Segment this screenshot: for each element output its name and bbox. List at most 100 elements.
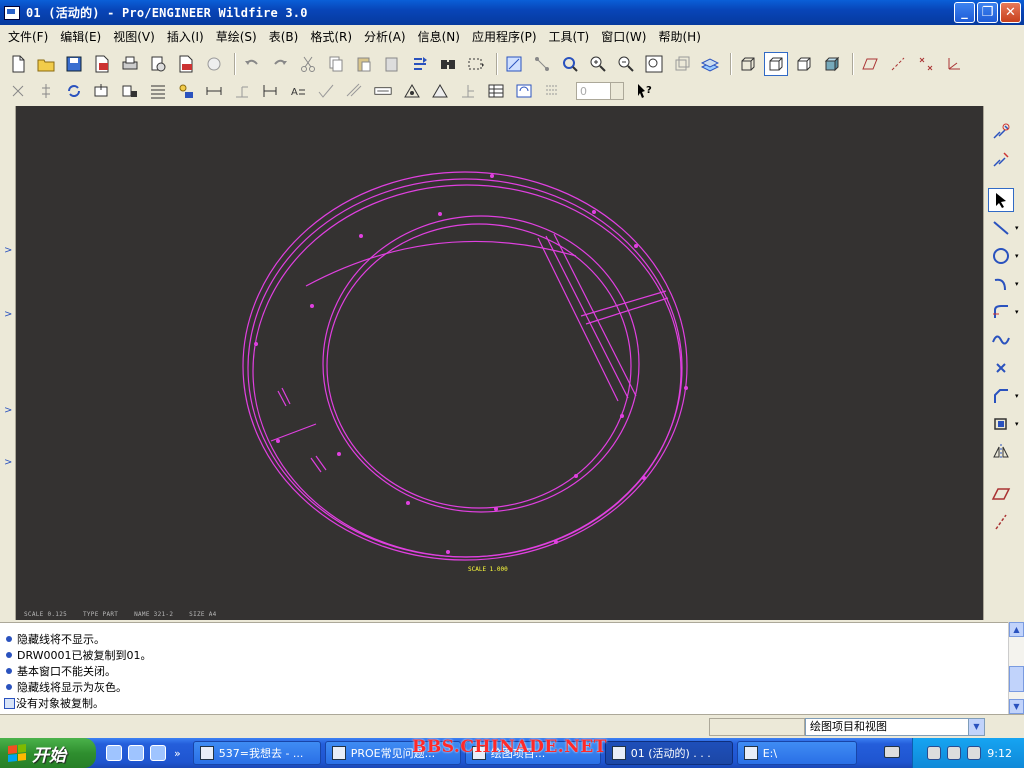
coordinate-systems-icon[interactable] — [942, 52, 966, 76]
datum-planes-icon[interactable] — [858, 52, 882, 76]
cut-icon[interactable] — [296, 52, 320, 76]
bom-icon[interactable] — [540, 79, 564, 103]
lock-view-icon[interactable] — [118, 79, 142, 103]
selection-filter[interactable]: 绘图项目和视图 ▼ — [805, 718, 985, 736]
zoom-in-icon[interactable] — [586, 52, 610, 76]
spline-icon[interactable] — [988, 328, 1014, 352]
select-arrow-icon[interactable] — [988, 188, 1014, 212]
chevron-right-icon[interactable]: » — [174, 747, 181, 760]
paste-special-icon[interactable] — [380, 52, 404, 76]
paste-icon[interactable] — [352, 52, 376, 76]
ordinate-dimension-icon[interactable] — [230, 79, 254, 103]
scroll-up-icon[interactable]: ▲ — [1009, 622, 1024, 637]
snap-to-edge-icon[interactable] — [988, 120, 1014, 144]
expand-arrow-icon[interactable]: > — [4, 310, 12, 320]
new-file-icon[interactable] — [6, 52, 30, 76]
expand-arrow-icon[interactable]: > — [4, 406, 12, 416]
start-button[interactable]: 开始 — [0, 738, 96, 768]
line-icon[interactable] — [988, 216, 1014, 240]
messenger-icon[interactable] — [947, 746, 962, 760]
redo-icon[interactable] — [268, 52, 292, 76]
orient-icon[interactable] — [558, 52, 582, 76]
datum-axis-sketch-icon[interactable] — [988, 510, 1014, 534]
spin-center-icon[interactable] — [530, 52, 554, 76]
circle-icon[interactable] — [988, 244, 1014, 268]
value-spinner[interactable]: 0 — [576, 82, 624, 100]
menu-format[interactable]: 格式(R) — [304, 28, 358, 45]
offset-icon[interactable] — [988, 412, 1014, 436]
save-icon[interactable] — [62, 52, 86, 76]
geometric-tolerance-icon[interactable] — [342, 79, 366, 103]
menu-help[interactable]: 帮助(H) — [652, 28, 706, 45]
menu-window[interactable]: 窗口(W) — [595, 28, 652, 45]
network-icon[interactable] — [927, 746, 942, 760]
print-icon[interactable] — [118, 52, 142, 76]
menu-table[interactable]: 表(B) — [263, 28, 305, 45]
selection-box-icon[interactable] — [464, 52, 488, 76]
no-hidden-icon[interactable] — [792, 52, 816, 76]
media-icon[interactable] — [150, 745, 166, 761]
message-scrollbar[interactable]: ▲ ▼ — [1008, 622, 1024, 714]
refit-icon[interactable] — [642, 52, 666, 76]
menu-analysis[interactable]: 分析(A) — [358, 28, 412, 45]
table-icon[interactable] — [146, 79, 170, 103]
task-button[interactable]: 537=我想去 - ... — [192, 741, 321, 765]
restore-button[interactable]: ❐ — [977, 2, 998, 23]
menu-insert[interactable]: 插入(I) — [161, 28, 210, 45]
drawing-canvas[interactable]: SCALE 1.000 SCALE 0.125 TYPE PART NAME 3… — [16, 106, 983, 620]
datum-axes-icon[interactable] — [886, 52, 910, 76]
zoom-out-icon[interactable] — [614, 52, 638, 76]
task-button-active[interactable]: 01 (活动的) . . . — [604, 741, 733, 765]
pdf-export-icon[interactable] — [174, 52, 198, 76]
open-folder-icon[interactable] — [34, 52, 58, 76]
line-dropdown-icon[interactable]: ▾ — [1015, 224, 1019, 232]
reorient-icon[interactable] — [670, 52, 694, 76]
menu-sketch[interactable]: 草绘(S) — [210, 28, 263, 45]
datum-points-icon[interactable] — [914, 52, 938, 76]
reference-dimension-icon[interactable] — [258, 79, 282, 103]
show-annotations-icon[interactable] — [174, 79, 198, 103]
menu-view[interactable]: 视图(V) — [107, 28, 161, 45]
scroll-thumb[interactable] — [1009, 666, 1024, 692]
keyboard-icon[interactable] — [884, 746, 900, 758]
datum-label-icon[interactable] — [370, 79, 396, 103]
expand-arrow-icon[interactable]: > — [4, 246, 12, 256]
minimize-button[interactable]: _ — [954, 2, 975, 23]
copy-icon[interactable] — [324, 52, 348, 76]
snap-line-icon[interactable] — [456, 79, 480, 103]
chamfer-dropdown-icon[interactable]: ▾ — [1015, 392, 1019, 400]
balloon-icon[interactable] — [400, 79, 424, 103]
menu-edit[interactable]: 编辑(E) — [54, 28, 107, 45]
save-copy-icon[interactable] — [90, 52, 114, 76]
wireframe-icon[interactable] — [736, 52, 760, 76]
align-icon[interactable] — [34, 79, 58, 103]
dimension-icon[interactable] — [202, 79, 226, 103]
menu-applications[interactable]: 应用程序(P) — [466, 28, 543, 45]
menu-file[interactable]: 文件(F) — [2, 28, 54, 45]
task-button[interactable]: E:\ — [736, 741, 857, 765]
surface-finish-icon[interactable] — [314, 79, 338, 103]
fillet-dropdown-icon[interactable]: ▾ — [1015, 308, 1019, 316]
fillet-icon[interactable] — [988, 300, 1014, 324]
arc-icon[interactable] — [988, 272, 1014, 296]
browser-icon[interactable] — [128, 745, 144, 761]
chevron-down-icon[interactable]: ▼ — [968, 719, 984, 735]
arc-dropdown-icon[interactable]: ▾ — [1015, 280, 1019, 288]
mirror-icon[interactable] — [988, 440, 1014, 464]
move-view-icon[interactable] — [90, 79, 114, 103]
web-icon[interactable] — [202, 52, 226, 76]
datum-plane-sketch-icon[interactable] — [988, 482, 1014, 506]
undo-icon[interactable] — [240, 52, 264, 76]
redraw-icon[interactable] — [502, 52, 526, 76]
expand-arrow-icon[interactable]: > — [4, 458, 12, 468]
email-icon[interactable] — [146, 52, 170, 76]
menu-info[interactable]: 信息(N) — [412, 28, 466, 45]
regenerate-icon[interactable] — [408, 52, 432, 76]
scroll-down-icon[interactable]: ▼ — [1009, 699, 1024, 714]
note-icon[interactable]: A — [286, 79, 310, 103]
close-button[interactable]: ✕ — [1000, 2, 1021, 23]
layers-icon[interactable] — [698, 52, 722, 76]
chamfer-icon[interactable] — [988, 384, 1014, 408]
update-sheet-icon[interactable] — [62, 79, 86, 103]
table-insert-icon[interactable] — [484, 79, 508, 103]
